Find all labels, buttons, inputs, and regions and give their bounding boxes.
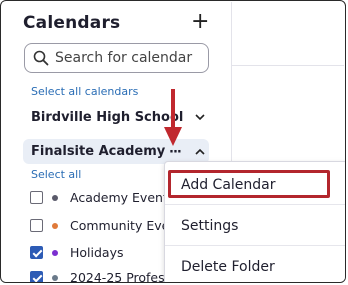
menu-item-add-calendar[interactable]: Add Calendar <box>181 177 276 193</box>
annotation-arrow-icon <box>164 89 182 146</box>
more-options-icon[interactable]: ··· <box>169 145 182 160</box>
context-menu: Add Calendar Settings Delete Folder <box>164 161 345 282</box>
sidebar-title: Calendars <box>23 13 121 33</box>
app-window: Calendars + Search for calendar Select a… <box>0 0 346 283</box>
group-birdville-high-school[interactable]: Birdville High School <box>31 110 183 125</box>
chevron-down-icon[interactable] <box>194 111 206 123</box>
calendar-color-dot <box>52 250 58 256</box>
menu-item-delete-folder[interactable]: Delete Folder <box>181 259 275 275</box>
search-placeholder: Search for calendar <box>55 50 193 66</box>
group-finalsite-academy-label: Finalsite Academy <box>31 144 166 159</box>
menu-separator <box>165 204 345 205</box>
menu-item-settings[interactable]: Settings <box>181 218 238 234</box>
calendar-checkbox[interactable] <box>30 191 43 204</box>
calendar-label: Academy Events <box>70 190 175 205</box>
calendar-checkbox[interactable] <box>30 246 43 259</box>
menu-separator <box>165 245 345 246</box>
calendar-color-dot <box>52 275 58 281</box>
search-icon <box>33 50 49 66</box>
calendar-checkbox[interactable] <box>30 219 43 232</box>
calendar-label: 2024-25 Profess <box>70 270 172 283</box>
calendar-label: Holidays <box>70 245 124 260</box>
chevron-up-icon[interactable] <box>194 146 206 158</box>
calendar-color-dot <box>52 223 58 229</box>
search-input[interactable]: Search for calendar <box>24 43 209 73</box>
select-all-calendars-link[interactable]: Select all calendars <box>31 85 138 98</box>
header-divider <box>232 65 344 66</box>
calendar-color-dot <box>52 195 58 201</box>
calendar-checkbox[interactable] <box>30 271 43 282</box>
plus-icon[interactable]: + <box>191 11 209 33</box>
calendar-label: Community Even <box>70 218 178 233</box>
select-all-link[interactable]: Select all <box>31 168 81 181</box>
